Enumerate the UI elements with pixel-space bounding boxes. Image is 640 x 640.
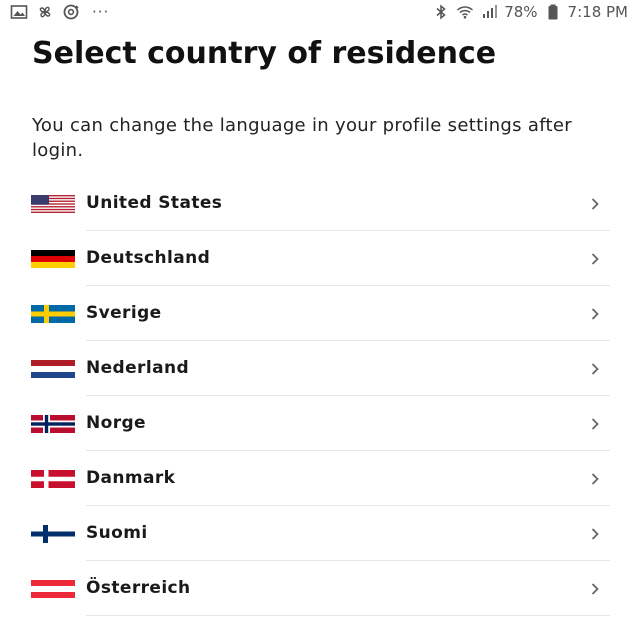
country-row-nederland[interactable]: Nederland [0, 341, 640, 396]
country-row-norge[interactable]: Norge [0, 396, 640, 451]
battery-percent: 78% [504, 3, 538, 21]
chevron-right-icon [590, 197, 600, 211]
country-list: United States Deutschland Sverige Nederl… [0, 176, 640, 616]
screen: ··· 78% 7:18 PM Select country of reside… [0, 0, 640, 640]
sync-icon [62, 3, 80, 21]
se-flag-icon [31, 305, 75, 323]
us-flag-icon [31, 195, 75, 213]
bluetooth-icon [432, 3, 450, 21]
page-title: Select country of residence [32, 36, 497, 71]
de-flag-icon [31, 250, 75, 268]
country-row-suomi[interactable]: Suomi [0, 506, 640, 561]
no-flag-icon [31, 415, 75, 433]
fi-flag-icon [31, 525, 75, 543]
wifi-icon [456, 3, 474, 21]
country-row-osterreich[interactable]: Österreich [0, 561, 640, 616]
country-row-sverige[interactable]: Sverige [0, 286, 640, 341]
chevron-right-icon [590, 527, 600, 541]
clock: 7:18 PM [567, 3, 628, 21]
status-bar-right: 78% 7:18 PM [432, 3, 628, 21]
page-subtitle: You can change the language in your prof… [32, 115, 572, 161]
overflow-dots: ··· [92, 3, 110, 21]
status-bar: ··· 78% 7:18 PM [0, 0, 640, 24]
country-row-united-states[interactable]: United States [0, 176, 640, 231]
chevron-right-icon [590, 307, 600, 321]
country-name: Nederland [86, 358, 190, 378]
image-icon [10, 3, 28, 21]
nl-flag-icon [31, 360, 75, 378]
chevron-right-icon [590, 472, 600, 486]
status-bar-left: ··· [10, 3, 109, 21]
dk-flag-icon [31, 470, 75, 488]
country-name: United States [86, 193, 223, 213]
country-row-deutschland[interactable]: Deutschland [0, 231, 640, 286]
chevron-right-icon [590, 252, 600, 266]
chevron-right-icon [590, 362, 600, 376]
country-name: Norge [86, 413, 146, 433]
country-name: Österreich [86, 578, 191, 598]
country-name: Suomi [86, 523, 148, 543]
country-name: Deutschland [86, 248, 211, 268]
at-flag-icon [31, 580, 75, 598]
country-name: Danmark [86, 468, 176, 488]
country-row-danmark[interactable]: Danmark [0, 451, 640, 506]
chevron-right-icon [590, 417, 600, 431]
country-name: Sverige [86, 303, 162, 323]
signal-icon [480, 3, 498, 21]
pinwheel-icon [36, 3, 54, 21]
chevron-right-icon [590, 582, 600, 596]
battery-icon [544, 3, 562, 21]
